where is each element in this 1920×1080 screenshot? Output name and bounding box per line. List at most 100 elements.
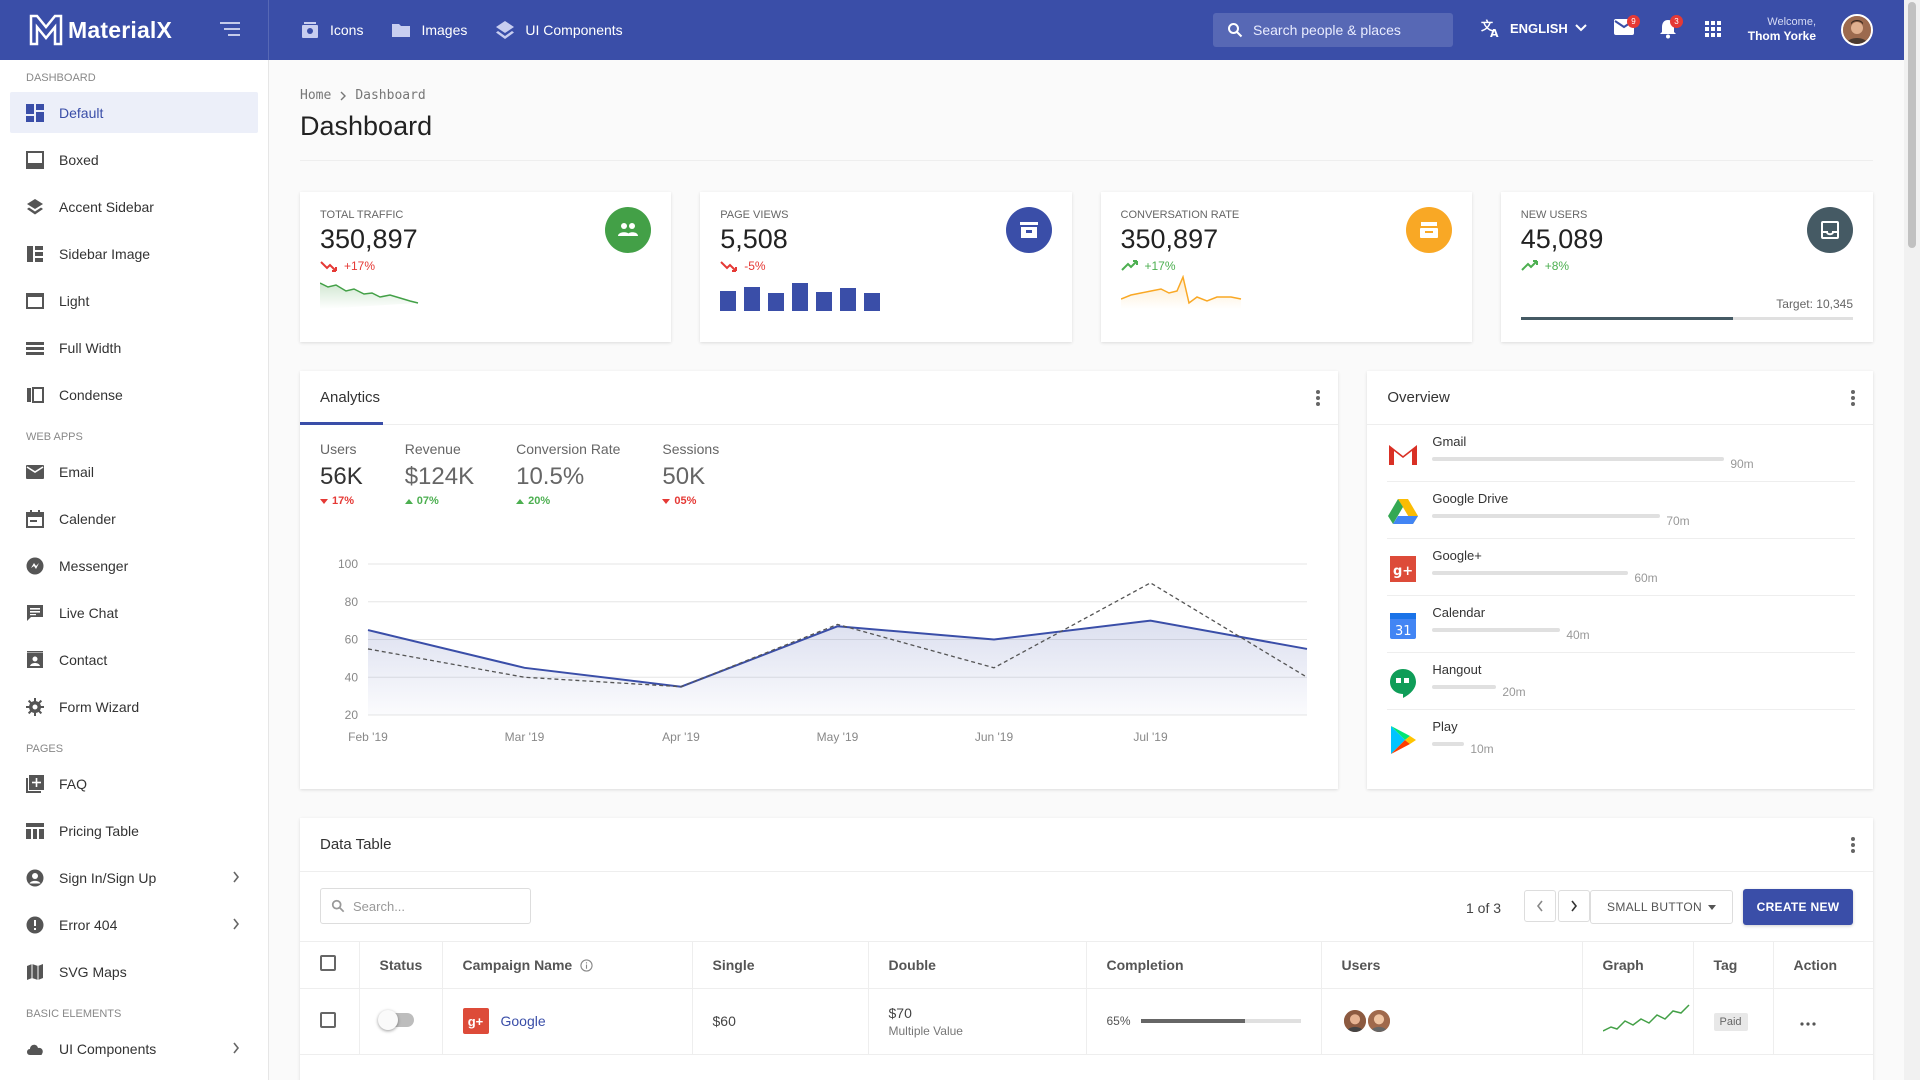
brand[interactable]: MaterialX [0, 0, 269, 60]
table-row[interactable]: g+ Google $60 $70 Multiple Value 65% Pai… [300, 988, 1873, 1055]
sidebar-item-live-chat[interactable]: Live Chat [10, 592, 258, 633]
sidebar-item-ui-components[interactable]: UI Components [10, 1028, 258, 1069]
chevron-right-icon [233, 1042, 240, 1054]
tag-cell: Paid [1693, 988, 1774, 1055]
sidebar-item-email[interactable]: Email [10, 451, 258, 492]
page-scrollbar[interactable] [1904, 0, 1920, 1080]
usage-bar [1432, 628, 1561, 632]
sidebar-item-boxed[interactable]: Boxed [10, 139, 258, 180]
stat-card-new-users: NEW USERS 45,089 +8% Target: 10,345 [1500, 192, 1873, 342]
sidebar-item-error-404[interactable]: Error 404 [10, 904, 258, 945]
column-header[interactable]: Completion [1086, 942, 1322, 989]
user-greeting[interactable]: Welcome, Thom Yorke [1748, 15, 1816, 43]
nav-icons[interactable]: Icons [300, 20, 363, 40]
metric-change: 17% [320, 495, 363, 507]
sidebar-item-calender[interactable]: Calender [10, 498, 258, 539]
nav-ui-components-label: UI Components [525, 22, 623, 38]
row-checkbox[interactable] [320, 1011, 336, 1028]
nav-images[interactable]: Images [391, 21, 467, 39]
scrollbar-thumb[interactable] [1908, 2, 1916, 248]
next-page-button[interactable] [1558, 890, 1590, 922]
overview-title: Overview [1387, 389, 1450, 406]
notifications-button[interactable]: 3 [1659, 15, 1683, 44]
arrow-up-icon [516, 498, 525, 504]
nav-ui-components[interactable]: UI Components [495, 20, 623, 40]
nav-images-label: Images [421, 22, 468, 38]
more-vert-icon[interactable] [1316, 390, 1321, 406]
column-header[interactable]: Users [1321, 942, 1583, 989]
select-all-checkbox[interactable] [320, 955, 336, 972]
sidebar-item-svg-maps[interactable]: SVG Maps [10, 951, 258, 992]
column-header[interactable]: Action [1773, 942, 1873, 989]
sidebar-item-sign-in[interactable]: Sign In/Sign Up [10, 857, 258, 898]
metric-change: 07% [404, 495, 474, 507]
small-dropdown-button[interactable]: SMALL BUTTON [1590, 890, 1733, 924]
column-header[interactable]: Status [359, 942, 443, 989]
sidebar-item-messenger[interactable]: Messenger [10, 545, 258, 586]
breadcrumb-home[interactable]: Home [300, 88, 331, 103]
row-select-cell [300, 988, 360, 1055]
column-header[interactable]: Graph [1582, 942, 1694, 989]
create-new-button[interactable]: CREATE NEW [1743, 889, 1853, 925]
sidebar-item-accent-sidebar[interactable]: Accent Sidebar [10, 186, 258, 227]
sidebar-section-pages: PAGES [26, 743, 64, 755]
sidebar-item-light[interactable]: Light [10, 280, 258, 321]
status-toggle[interactable] [377, 1009, 414, 1030]
apps-button[interactable] [1705, 21, 1721, 42]
x-tick-label: Jun '19 [975, 730, 1014, 744]
overview-item-google-drive[interactable]: Google Drive 70m [1387, 482, 1855, 539]
user-avatar[interactable] [1841, 14, 1873, 46]
google-plus-icon: g+ [462, 1008, 489, 1034]
sidebar-item-sidebar-image[interactable]: Sidebar Image [10, 233, 258, 274]
target-progress-bar [1520, 317, 1853, 320]
more-vert-icon[interactable] [1851, 837, 1855, 853]
stat-icon-badge [1405, 207, 1452, 253]
sidebar-item-label: Sidebar Image [59, 245, 151, 262]
sidebar-item-form-wizard[interactable]: Form Wizard [10, 686, 258, 727]
brand-name: MaterialX [68, 16, 173, 43]
avatar[interactable] [1341, 1008, 1368, 1034]
sidebar-item-label: Contact [59, 651, 108, 668]
sidebar-item-pricing-table[interactable]: Pricing Table [10, 810, 258, 851]
more-horiz-icon[interactable] [1799, 1022, 1816, 1026]
x-tick-label: Feb '19 [348, 730, 388, 744]
table-search-input[interactable]: Search... [320, 888, 531, 924]
search-icon [331, 899, 345, 913]
sidebar-item-faq[interactable]: FAQ [10, 763, 258, 804]
camera-box-icon [302, 22, 318, 38]
svg-text:A: A [1490, 27, 1499, 38]
sidebar-item-label: Boxed [59, 151, 99, 168]
column-header-campaign[interactable]: Campaign Name [442, 942, 693, 989]
overview-item-calendar[interactable]: 31 Calendar 40m [1387, 596, 1855, 653]
overview-item-play[interactable]: Play 10m [1387, 710, 1855, 767]
more-vert-icon[interactable] [1851, 390, 1855, 406]
stat-change: +17% [344, 259, 376, 273]
column-header-label: Campaign Name [462, 956, 573, 973]
single-cell: $60 [692, 988, 869, 1055]
data-table-header: Data Table [300, 818, 1873, 872]
folder-icon [392, 24, 411, 37]
language-selector[interactable]: 文A ENGLISH [1480, 18, 1596, 38]
campaign-name-link[interactable]: Google [501, 1013, 546, 1029]
info-icon[interactable] [580, 959, 593, 972]
sidebar-item-condense[interactable]: Condense [10, 374, 258, 415]
prev-page-button[interactable] [1524, 890, 1556, 922]
menu-collapse-icon[interactable] [220, 21, 240, 37]
sidebar-item-contact[interactable]: Contact [10, 639, 258, 680]
sidebar-item-default[interactable]: Default [10, 92, 258, 133]
overview-item-google-plus[interactable]: g+ Google+ 60m [1387, 539, 1855, 596]
sidebar-item-full-width[interactable]: Full Width [10, 327, 258, 368]
column-header[interactable]: Tag [1693, 942, 1774, 989]
mail-button[interactable]: 9 [1614, 15, 1640, 40]
column-header[interactable]: Double [868, 942, 1087, 989]
avatar[interactable] [1365, 1008, 1392, 1034]
global-search[interactable]: Search people & places [1213, 13, 1453, 47]
overview-item-gmail[interactable]: Gmail 90m [1387, 425, 1855, 482]
column-header[interactable]: Single [692, 942, 869, 989]
gear-icon [26, 697, 44, 716]
sidebar-item-label: Email [59, 463, 95, 480]
overview-item-hangout[interactable]: Hangout 20m [1387, 653, 1855, 710]
analytics-title[interactable]: Analytics [320, 389, 380, 406]
chevron-right-icon [1571, 900, 1578, 912]
analytics-card: Analytics Users 56K 17% Revenue $124K 07… [300, 371, 1339, 789]
